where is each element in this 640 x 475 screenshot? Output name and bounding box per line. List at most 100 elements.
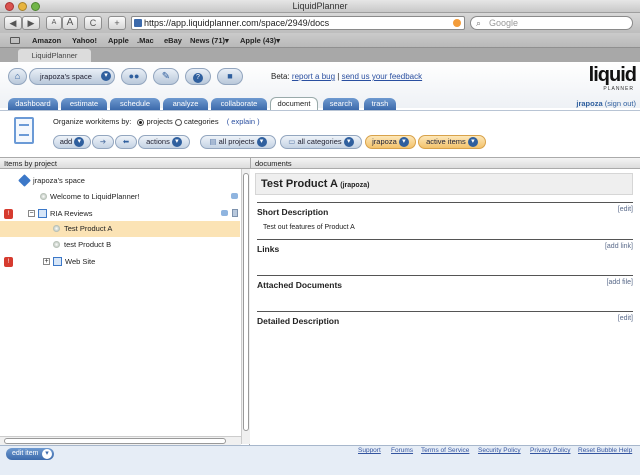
liquidplanner-logo: liquid PLANNER: [574, 64, 637, 94]
zoom-window-icon[interactable]: [31, 2, 40, 11]
scroll-thumb[interactable]: [243, 173, 249, 431]
chevron-down-icon: ▾: [74, 137, 85, 148]
help-button[interactable]: ?: [185, 68, 211, 85]
space-selector[interactable]: jrapoza's space ▾: [29, 68, 115, 85]
address-bar[interactable]: https://app.liquidplanner.com/space/2949…: [131, 16, 465, 30]
settings-button[interactable]: ✎: [153, 68, 179, 85]
active-items-filter[interactable]: active items ▾: [418, 135, 486, 149]
send-feedback-link[interactable]: send us your feedback: [342, 72, 423, 81]
tree-vertical-scrollbar[interactable]: [241, 169, 250, 444]
footer-link-terms[interactable]: Terms of Service: [421, 447, 469, 454]
all-categories-filter[interactable]: ▭ all categories ▾: [280, 135, 362, 149]
organize-row: Organize workitems by: projects categori…: [53, 117, 260, 126]
indent-button[interactable]: ⬅: [115, 135, 137, 149]
bookmark-news[interactable]: News (71)▾: [190, 33, 229, 48]
tab-document[interactable]: document: [270, 97, 318, 111]
space-selector-label: jrapoza's space: [40, 72, 92, 81]
footer-link-forums[interactable]: Forums: [391, 447, 413, 454]
collapse-toggle-icon[interactable]: −: [28, 210, 35, 217]
browser-toolbar: ◀ ▶ A A C + https://app.liquidplanner.co…: [0, 13, 640, 33]
forward-button[interactable]: ▶: [22, 16, 40, 30]
bookmark-apple[interactable]: Apple: [108, 33, 129, 48]
home-button[interactable]: ⌂: [8, 68, 27, 85]
bookmark-apple-folder[interactable]: Apple (43)▾: [240, 33, 280, 48]
expand-toggle-icon[interactable]: +: [43, 258, 50, 265]
tab-trash[interactable]: trash: [364, 98, 396, 110]
tree-row-test-product-b[interactable]: test Product B: [0, 237, 240, 253]
radio-categories[interactable]: [174, 118, 182, 126]
left-panel-header: Items by project: [0, 157, 251, 169]
footer-link-support[interactable]: Support: [358, 447, 381, 454]
all-projects-label: all projects: [218, 137, 255, 146]
close-window-icon[interactable]: [5, 2, 14, 11]
rss-icon[interactable]: [453, 19, 461, 27]
tab-dashboard[interactable]: dashboard: [8, 98, 58, 110]
radio-projects-label[interactable]: projects: [147, 117, 173, 126]
tab-search[interactable]: search: [323, 98, 359, 110]
report-bug-link[interactable]: report a bug: [292, 72, 335, 81]
comment-icon[interactable]: [231, 193, 238, 199]
task-icon: [40, 193, 47, 200]
tree-horizontal-scrollbar[interactable]: [0, 436, 241, 445]
all-projects-filter[interactable]: ▤ all projects ▾: [200, 135, 276, 149]
tab-estimate[interactable]: estimate: [61, 98, 107, 110]
section-attached-documents: Attached Documents [add file]: [257, 275, 633, 290]
chevron-down-icon: ▾: [101, 71, 111, 81]
radio-projects[interactable]: [137, 118, 145, 126]
actions-button[interactable]: actions ▾: [138, 135, 190, 149]
explain-link[interactable]: ( explain ): [227, 117, 260, 126]
outdent-icon: ➔: [99, 137, 107, 146]
add-button[interactable]: add ▾: [53, 135, 91, 149]
tree-row-welcome[interactable]: Welcome to LiquidPlanner!: [0, 189, 240, 205]
extras-button[interactable]: ■: [217, 68, 243, 85]
minimize-window-icon[interactable]: [18, 2, 27, 11]
bookmarks-book-icon[interactable]: [10, 37, 20, 44]
search-input[interactable]: ⌕ Google: [470, 16, 633, 30]
bookmark-ebay[interactable]: eBay: [164, 33, 182, 48]
alert-icon[interactable]: !: [4, 209, 13, 219]
tree-row-ria-reviews[interactable]: ! − RIA Reviews: [0, 206, 240, 222]
actions-button-label: actions: [146, 137, 170, 146]
edit-item-button[interactable]: edit item ▾: [6, 448, 54, 460]
edit-link[interactable]: [edit]: [618, 315, 633, 322]
tree-row-space[interactable]: jrapoza's space: [0, 173, 240, 189]
right-panel-header: documents: [251, 157, 640, 169]
browser-tab[interactable]: LiquidPlanner: [18, 49, 91, 62]
footer-link-reset-bubble-help[interactable]: Reset Bubble Help: [578, 447, 632, 454]
user-name: jrapoza: [576, 99, 603, 108]
footer-link-privacy[interactable]: Privacy Policy: [530, 447, 570, 454]
tab-schedule[interactable]: schedule: [110, 98, 160, 110]
user-filter[interactable]: jrapoza ▾: [365, 135, 416, 149]
bookmark-mac[interactable]: .Mac: [137, 33, 154, 48]
outdent-button[interactable]: ➔: [92, 135, 114, 149]
footer-link-security[interactable]: Security Policy: [478, 447, 521, 454]
search-icon: ⌕: [476, 18, 482, 28]
tree-row-web-site[interactable]: ! + Web Site: [0, 254, 240, 270]
tree-row-label: jrapoza's space: [33, 176, 85, 185]
text-smaller-button[interactable]: A: [46, 16, 62, 30]
all-categories-label: all categories: [297, 137, 342, 146]
comment-icon[interactable]: [221, 210, 228, 216]
section-title: Detailed Description: [257, 316, 340, 326]
add-link-link[interactable]: [add link]: [605, 243, 633, 250]
add-file-link[interactable]: [add file]: [607, 279, 633, 286]
cup-icon: ■: [227, 71, 233, 81]
doc-icon[interactable]: [232, 209, 238, 217]
tab-collaborate[interactable]: collaborate: [211, 98, 267, 110]
radio-categories-label[interactable]: categories: [184, 117, 219, 126]
tab-analyze[interactable]: analyze: [163, 98, 208, 110]
logo-subtext: PLANNER: [603, 86, 634, 92]
reload-button[interactable]: C: [84, 16, 102, 30]
add-bookmark-button[interactable]: +: [108, 16, 126, 30]
edit-link[interactable]: [edit]: [618, 206, 633, 213]
tree-row-test-product-a[interactable]: Test Product A: [0, 221, 240, 237]
people-button[interactable]: ●●: [121, 68, 147, 85]
bookmark-yahoo[interactable]: Yahoo!: [72, 33, 97, 48]
alert-icon[interactable]: !: [4, 257, 13, 267]
back-button[interactable]: ◀: [4, 16, 22, 30]
scroll-thumb[interactable]: [4, 438, 226, 444]
bookmark-amazon[interactable]: Amazon: [32, 33, 61, 48]
sign-out-link[interactable]: (sign out): [605, 99, 636, 108]
document-icon: [14, 117, 34, 144]
text-larger-button[interactable]: A: [62, 16, 78, 30]
